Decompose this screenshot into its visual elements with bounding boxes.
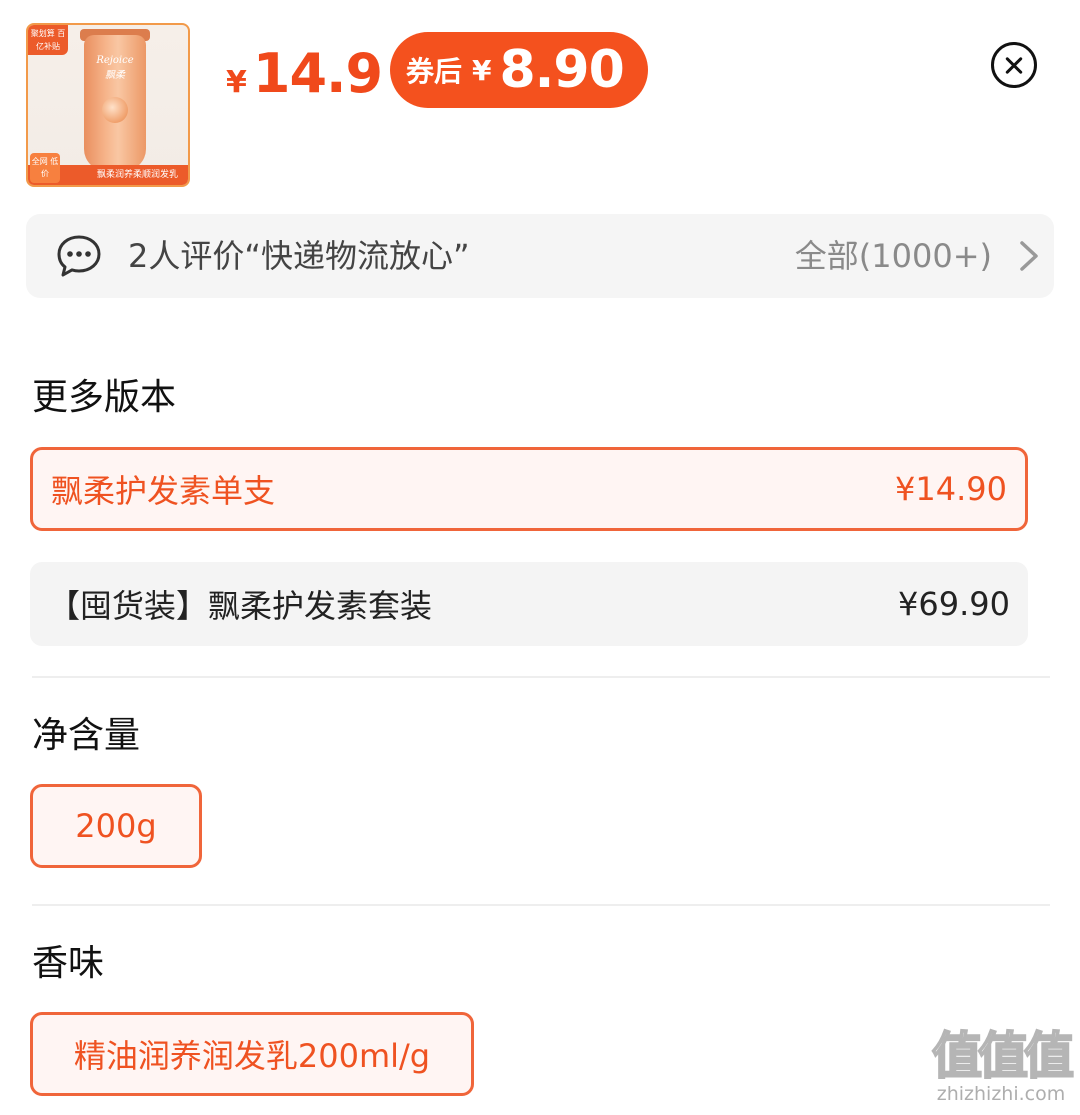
chat-bubble-icon bbox=[57, 235, 101, 277]
site-watermark: 值值值 zhizhizhi.com bbox=[930, 1027, 1075, 1110]
version-option-bundle[interactable]: 【囤货装】飘柔护发素套装 ¥69.90 bbox=[30, 562, 1028, 646]
coupon-price-value: 8.90 bbox=[499, 40, 625, 100]
net-content-option[interactable]: 200g bbox=[30, 784, 202, 868]
product-tube-emblem bbox=[102, 97, 128, 123]
all-reviews-link[interactable]: 全部(1000+) bbox=[795, 214, 992, 298]
version-option-price: ¥14.90 bbox=[895, 470, 1007, 508]
watermark-url: zhizhizhi.com bbox=[936, 1083, 1066, 1105]
versions-section-title: 更多版本 bbox=[32, 377, 177, 418]
product-brand-text: Rejoice 飘柔 bbox=[96, 55, 134, 81]
chevron-right-icon bbox=[1020, 241, 1038, 271]
product-thumbnail[interactable]: Rejoice 飘柔 聚划算 百亿补贴 飘柔润养柔顺润发乳 全网 低价 bbox=[26, 23, 190, 187]
current-price: ¥ 14.9 bbox=[226, 42, 383, 106]
price-currency: ¥ bbox=[226, 65, 247, 100]
coupon-label: 券后 bbox=[406, 55, 463, 88]
version-option-single[interactable]: 飘柔护发素单支 ¥14.90 bbox=[30, 447, 1028, 531]
close-icon[interactable] bbox=[991, 42, 1037, 88]
review-summary-bar[interactable]: 2人评价“快递物流放心” 全部(1000+) bbox=[26, 214, 1054, 298]
low-price-tag: 全网 低价 bbox=[30, 153, 60, 183]
scent-option[interactable]: 精油润养润发乳200ml/g bbox=[30, 1012, 474, 1096]
coupon-price-badge: 券后 ¥ 8.90 bbox=[390, 32, 648, 108]
version-option-label: 【囤货装】飘柔护发素套装 bbox=[48, 587, 433, 625]
section-divider bbox=[32, 676, 1050, 678]
net-content-section-title: 净含量 bbox=[32, 715, 141, 756]
watermark-glyphs: 值值值 bbox=[931, 1027, 1075, 1085]
version-option-price: ¥69.90 bbox=[898, 585, 1010, 623]
section-divider bbox=[32, 904, 1050, 906]
version-option-label: 飘柔护发素单支 bbox=[51, 472, 276, 510]
coupon-currency: ¥ bbox=[472, 53, 492, 87]
review-highlight-text: 2人评价“快递物流放心” bbox=[128, 237, 470, 275]
price-value: 14.9 bbox=[252, 42, 383, 105]
subsidy-tag: 聚划算 百亿补贴 bbox=[28, 25, 68, 55]
scent-section-title: 香味 bbox=[32, 943, 105, 984]
